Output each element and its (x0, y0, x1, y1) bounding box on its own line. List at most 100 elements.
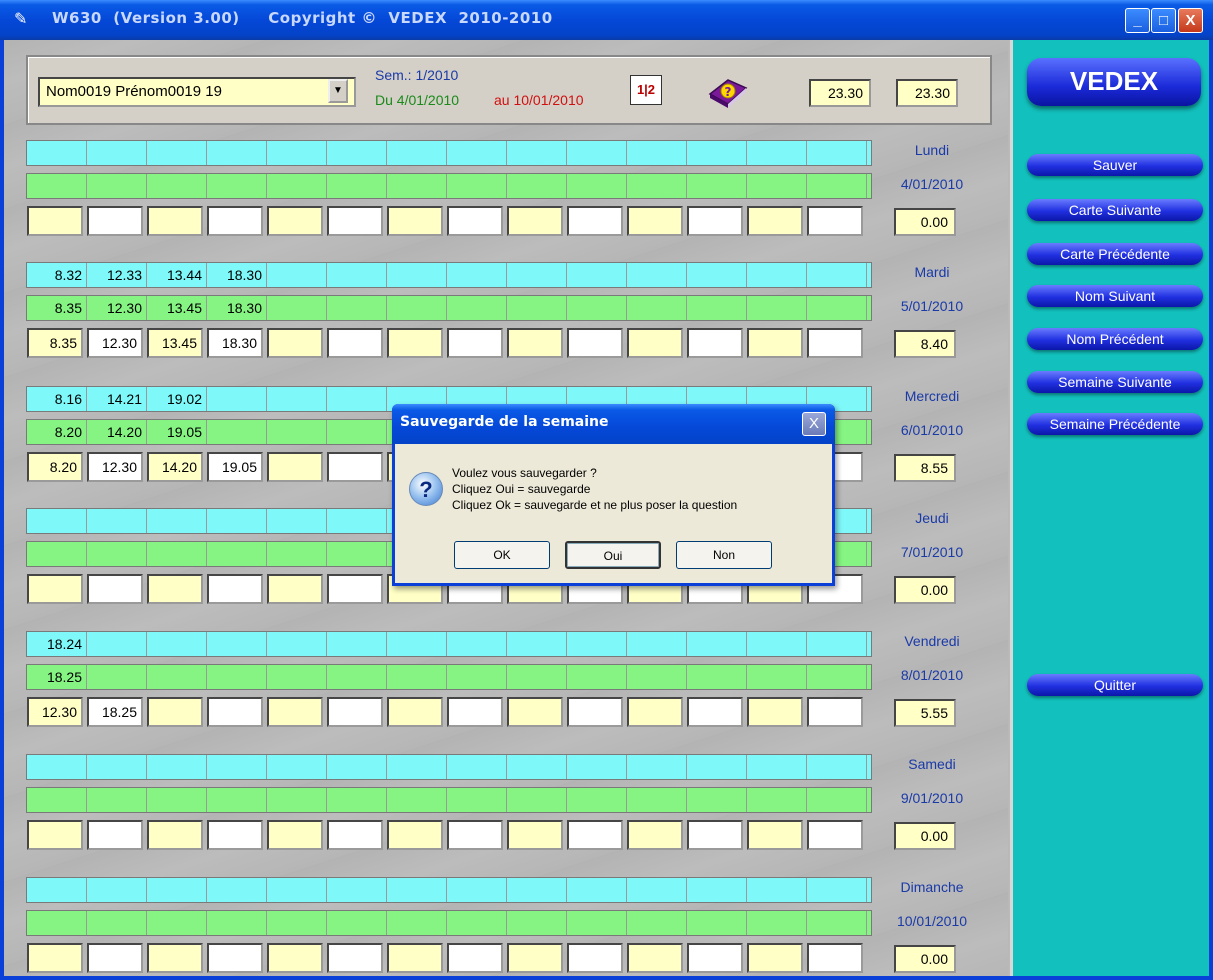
dialog-title-bar[interactable]: Sauvegarde de la semaine X (392, 404, 835, 444)
time-input[interactable] (207, 206, 263, 236)
time-input[interactable] (747, 328, 803, 358)
time-input[interactable] (807, 697, 863, 727)
time-input[interactable] (627, 943, 683, 973)
time-input[interactable] (327, 452, 383, 482)
time-input[interactable] (687, 206, 743, 236)
dialog-close-button[interactable]: X (802, 412, 826, 436)
time-input[interactable] (147, 943, 203, 973)
non-button[interactable]: Non (676, 541, 772, 569)
time-input[interactable] (267, 943, 323, 973)
time-input[interactable] (387, 328, 443, 358)
time-input[interactable] (87, 820, 143, 850)
time-input[interactable] (27, 574, 83, 604)
minimize-button[interactable]: _ (1125, 8, 1150, 33)
save-button[interactable]: Sauver (1027, 154, 1203, 176)
employee-combo[interactable]: Nom0019 Prénom0019 19 (38, 77, 356, 107)
previous-week-button[interactable]: Semaine Précédente (1027, 413, 1203, 435)
time-input[interactable] (387, 943, 443, 973)
time-input[interactable] (747, 206, 803, 236)
time-input[interactable]: 12.30 (87, 328, 143, 358)
time-input[interactable] (447, 206, 503, 236)
time-input[interactable] (387, 697, 443, 727)
time-input[interactable] (267, 328, 323, 358)
time-input[interactable] (807, 820, 863, 850)
time-input[interactable] (87, 206, 143, 236)
calendar-icon[interactable]: 1|2 (630, 75, 662, 105)
time-input[interactable] (207, 574, 263, 604)
time-input[interactable]: 18.25 (87, 697, 143, 727)
time-input[interactable]: 14.20 (147, 452, 203, 482)
time-input[interactable] (27, 943, 83, 973)
time-input[interactable] (327, 574, 383, 604)
time-input[interactable] (807, 943, 863, 973)
time-input[interactable] (747, 697, 803, 727)
time-input[interactable] (747, 943, 803, 973)
time-input[interactable] (507, 206, 563, 236)
time-input[interactable] (627, 697, 683, 727)
time-input[interactable] (387, 206, 443, 236)
time-input[interactable]: 13.45 (147, 328, 203, 358)
time-input[interactable] (87, 574, 143, 604)
time-input[interactable] (387, 820, 443, 850)
time-input[interactable] (327, 697, 383, 727)
time-input[interactable] (567, 206, 623, 236)
time-input[interactable] (567, 820, 623, 850)
maximize-button[interactable]: □ (1151, 8, 1176, 33)
time-input[interactable] (507, 943, 563, 973)
time-input[interactable]: 8.20 (27, 452, 83, 482)
time-input[interactable] (267, 452, 323, 482)
time-input[interactable] (807, 206, 863, 236)
next-name-button[interactable]: Nom Suivant (1027, 285, 1203, 307)
time-input[interactable] (627, 820, 683, 850)
time-input[interactable] (567, 328, 623, 358)
time-input[interactable] (267, 574, 323, 604)
ok-button[interactable]: OK (454, 541, 550, 569)
quit-button[interactable]: Quitter (1027, 674, 1203, 696)
time-input[interactable]: 18.30 (207, 328, 263, 358)
previous-name-button[interactable]: Nom Précédent (1027, 328, 1203, 350)
time-input[interactable]: 8.35 (27, 328, 83, 358)
time-input[interactable] (327, 328, 383, 358)
time-input[interactable] (147, 820, 203, 850)
time-input[interactable] (627, 206, 683, 236)
time-input[interactable] (567, 697, 623, 727)
time-input[interactable] (507, 820, 563, 850)
time-input[interactable] (327, 206, 383, 236)
time-input[interactable] (147, 697, 203, 727)
next-card-button[interactable]: Carte Suivante (1027, 199, 1203, 221)
close-button[interactable]: X (1178, 8, 1203, 33)
time-input[interactable] (267, 697, 323, 727)
time-input[interactable] (447, 328, 503, 358)
time-input[interactable]: 12.30 (27, 697, 83, 727)
time-input[interactable] (327, 943, 383, 973)
chevron-down-icon[interactable]: ▼ (328, 79, 348, 103)
title-bar[interactable]: ✎ W630 (Version 3.00) Copyright © VEDEX … (0, 0, 1213, 40)
help-book-icon[interactable]: ? (706, 72, 750, 110)
time-input[interactable] (147, 206, 203, 236)
time-input[interactable] (687, 820, 743, 850)
time-input[interactable] (267, 820, 323, 850)
time-input[interactable] (207, 820, 263, 850)
time-input[interactable] (507, 328, 563, 358)
next-week-button[interactable]: Semaine Suivante (1027, 371, 1203, 393)
time-input[interactable] (447, 943, 503, 973)
previous-card-button[interactable]: Carte Précédente (1027, 243, 1203, 265)
time-input[interactable] (207, 943, 263, 973)
time-input[interactable] (327, 820, 383, 850)
time-input[interactable] (27, 820, 83, 850)
time-input[interactable] (807, 328, 863, 358)
time-input[interactable] (687, 943, 743, 973)
time-input[interactable] (687, 697, 743, 727)
time-input[interactable] (567, 943, 623, 973)
time-input[interactable] (687, 328, 743, 358)
time-input[interactable] (447, 820, 503, 850)
time-input[interactable] (447, 697, 503, 727)
time-input[interactable] (267, 206, 323, 236)
time-input[interactable] (627, 328, 683, 358)
time-input[interactable] (507, 697, 563, 727)
time-input[interactable] (87, 943, 143, 973)
time-input[interactable] (207, 697, 263, 727)
time-input[interactable] (27, 206, 83, 236)
time-input[interactable] (747, 820, 803, 850)
time-input[interactable]: 12.30 (87, 452, 143, 482)
